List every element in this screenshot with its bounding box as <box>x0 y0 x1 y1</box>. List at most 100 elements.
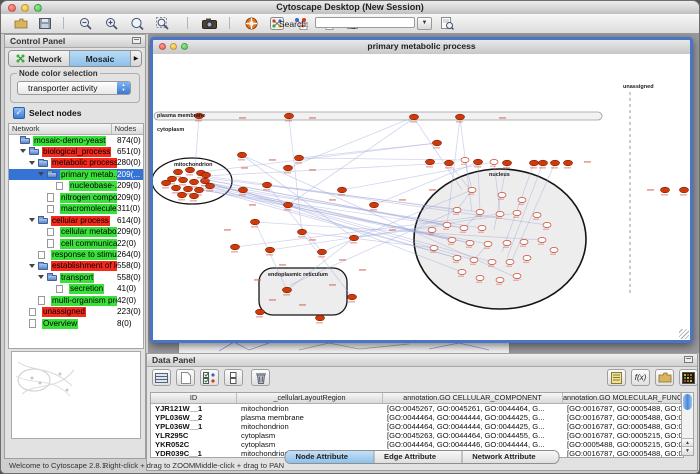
graph-node[interactable] <box>488 259 496 264</box>
graph-node[interactable] <box>338 187 347 193</box>
graph-node[interactable] <box>266 247 275 253</box>
graph-node[interactable] <box>503 240 511 245</box>
disclosure-triangle-icon[interactable] <box>38 172 44 176</box>
tree-row[interactable]: response to stimulu...264(0) <box>9 250 143 261</box>
graph-node[interactable] <box>496 277 504 282</box>
graph-node[interactable] <box>190 193 199 199</box>
tab-network[interactable]: Network <box>9 51 70 66</box>
disclosure-triangle-icon[interactable] <box>38 275 44 279</box>
tree-row[interactable]: secretion41(0) <box>9 284 143 295</box>
table-row[interactable]: YLR295Ccytoplasm[GO:0045263, GO:0044464,… <box>151 431 683 440</box>
graph-node[interactable] <box>543 222 551 227</box>
formula-builder-icon[interactable]: f(x) <box>631 369 650 386</box>
graph-node[interactable] <box>496 211 504 216</box>
graph-node[interactable] <box>513 273 521 278</box>
graph-node[interactable] <box>298 229 307 235</box>
graph-node[interactable] <box>461 157 469 162</box>
graph-node[interactable] <box>316 315 325 321</box>
network-window-titlebar[interactable]: primary metabolic process <box>153 40 690 55</box>
resize-grip[interactable] <box>679 329 689 339</box>
graph-node[interactable] <box>513 210 521 215</box>
search-input[interactable] <box>315 17 415 28</box>
table-row[interactable]: YJR121W__1mitochondrion[GO:0045267, GO:0… <box>151 404 683 413</box>
graph-node[interactable] <box>430 245 438 250</box>
graph-node[interactable] <box>448 237 456 242</box>
zoom-selected-icon[interactable] <box>129 16 145 30</box>
graph-node[interactable] <box>206 183 215 189</box>
table-row[interactable]: YKR052Ccytoplasm[GO:0044464, GO:0044446,… <box>151 440 683 449</box>
tree-row[interactable]: primary metab...209(... <box>9 169 143 180</box>
graph-node[interactable] <box>285 113 294 119</box>
select-nodes-option[interactable]: ✓ Select nodes <box>13 107 81 119</box>
tree-row[interactable]: metabolic process280(0) <box>9 158 143 169</box>
select-nodes-checkbox[interactable]: ✓ <box>13 107 25 119</box>
graph-node[interactable] <box>172 185 181 191</box>
graph-node[interactable] <box>238 152 247 158</box>
disclosure-triangle-icon[interactable] <box>29 218 35 222</box>
graph-node[interactable] <box>476 209 484 214</box>
graph-node[interactable] <box>202 172 211 178</box>
tree-row[interactable]: macromolecule...311(0) <box>9 204 143 215</box>
title-bar[interactable]: Cytoscape Desktop (New Session) <box>1 1 699 15</box>
table-column-header[interactable]: _cellularLayoutRegion <box>237 393 383 403</box>
tab-scroll-right-icon[interactable]: ▶ <box>131 51 141 66</box>
graph-node[interactable] <box>466 240 474 245</box>
snapshot-icon[interactable] <box>201 16 217 30</box>
tree-column-nodes[interactable]: Nodes <box>112 124 143 134</box>
graph-node[interactable] <box>263 182 272 188</box>
birds-eye-view[interactable] <box>11 351 141 439</box>
graph-node[interactable] <box>539 160 548 166</box>
graph-node[interactable] <box>174 169 183 175</box>
graph-node[interactable] <box>190 179 199 185</box>
table-row[interactable]: YPL036W__1mitochondrion[GO:0044464, GO:0… <box>151 422 683 431</box>
table-column-header[interactable]: annotation.GO CELLULAR_COMPONENT <box>383 393 563 403</box>
table-scrollbar[interactable]: ▲ ▼ <box>681 392 694 456</box>
graph-node[interactable] <box>239 187 248 193</box>
graph-node[interactable] <box>453 207 461 212</box>
tree-row[interactable]: unassigned223(0) <box>9 307 143 318</box>
graph-node[interactable] <box>283 287 292 293</box>
graph-node[interactable] <box>178 192 187 198</box>
float-panel-icon[interactable] <box>684 356 693 363</box>
graph-node[interactable] <box>370 202 379 208</box>
graph-node[interactable] <box>348 294 357 300</box>
tree-row[interactable]: nitrogen compo...209(0) <box>9 192 143 203</box>
table-row[interactable]: YPL036W__2plasma membrane[GO:0044464, GO… <box>151 413 683 422</box>
graph-node[interactable] <box>410 114 419 120</box>
graph-node[interactable] <box>538 237 546 242</box>
graph-node[interactable] <box>661 187 670 193</box>
graph-node[interactable] <box>350 235 359 241</box>
zoom-fit-icon[interactable] <box>155 16 171 30</box>
disclosure-triangle-icon[interactable] <box>20 149 26 153</box>
graph-node[interactable] <box>428 227 436 232</box>
graph-node[interactable] <box>426 159 435 165</box>
disclosure-triangle-icon[interactable] <box>29 264 35 268</box>
graph-node[interactable] <box>460 225 468 230</box>
graph-node[interactable] <box>518 197 526 202</box>
graph-node[interactable] <box>453 255 461 260</box>
float-panel-icon[interactable] <box>132 37 141 44</box>
graph-node[interactable] <box>474 159 483 165</box>
tree-row[interactable]: nucleobase-...209(0) <box>9 181 143 192</box>
graph-node[interactable] <box>533 212 541 217</box>
table-column-header[interactable]: annotation.GO MOLECULAR_FUNCTION <box>563 393 681 403</box>
attribute-browser-mode-icon[interactable] <box>152 369 171 386</box>
graph-node[interactable] <box>680 187 689 193</box>
graph-node[interactable] <box>530 160 539 166</box>
tree-row[interactable]: biological_process651(0) <box>9 146 143 157</box>
graph-node[interactable] <box>470 257 478 262</box>
graph-node[interactable] <box>458 269 466 274</box>
graph-node[interactable] <box>551 160 560 166</box>
save-session-icon[interactable] <box>37 16 53 30</box>
graph-node[interactable] <box>433 140 442 146</box>
disclosure-triangle-icon[interactable] <box>29 161 35 165</box>
tree-row[interactable]: cell communicat...22(0) <box>9 238 143 249</box>
graph-node[interactable] <box>284 202 293 208</box>
graph-node[interactable] <box>490 159 498 164</box>
tree-row[interactable]: mosaic-demo-yeast874(0) <box>9 135 143 146</box>
tree-row[interactable]: cellular process614(0) <box>9 215 143 226</box>
graph-node[interactable] <box>251 219 260 225</box>
graph-node[interactable] <box>186 167 195 173</box>
graph-node[interactable] <box>523 255 531 260</box>
region-plasma-membrane[interactable] <box>154 112 602 120</box>
